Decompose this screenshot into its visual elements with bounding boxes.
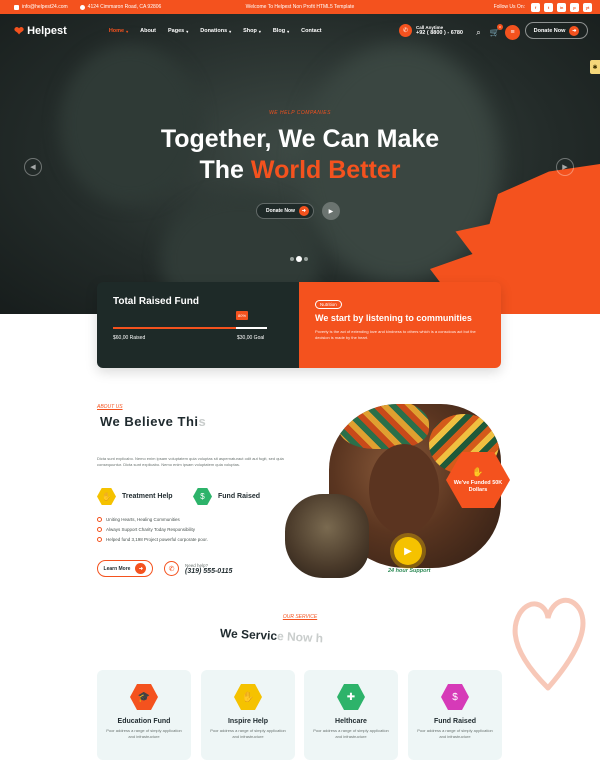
chevron-down-icon: ▾: [126, 28, 129, 34]
follow-label: Follow Us On:: [493, 4, 525, 10]
category-tag[interactable]: Nutrition: [315, 300, 342, 309]
menu-item-about[interactable]: About: [140, 28, 156, 34]
about-paragraph: Dicta sunt explicabo. Nemo enim ipsam vo…: [97, 456, 284, 467]
raised-fund-panel: Total Raised Fund 80% $60,00 Raised $30,…: [97, 282, 299, 368]
headwrap-shape: [339, 404, 429, 449]
slider-dot[interactable]: [290, 257, 294, 261]
hand-heart-icon: ✋: [234, 684, 262, 710]
fund-title: Total Raised Fund: [113, 296, 199, 307]
linkedin-icon[interactable]: in: [557, 2, 566, 12]
feature-fund-raised: $ Fund Raised: [193, 487, 260, 506]
menu-item-donations[interactable]: Donations ▾: [200, 28, 231, 34]
chevron-down-icon: ▾: [229, 28, 232, 34]
service-card-education[interactable]: 🎓 Education Fund Poor address a range of…: [97, 670, 191, 760]
hero-eyebrow: WE HELP COMPANIES: [269, 110, 331, 116]
service-card-fund-raised[interactable]: $ Fund Raised Poor address a range of si…: [408, 670, 502, 760]
heart-logo-icon: ❤: [14, 24, 25, 38]
twitter-icon[interactable]: t: [544, 2, 553, 12]
chevron-down-icon: ▾: [186, 28, 189, 34]
menu-item-home[interactable]: Home ▾: [109, 28, 128, 34]
progress-bar: [113, 327, 267, 329]
list-item: Always Support Charity Today Responsibil…: [97, 527, 208, 532]
top-bar: info@helpest24.com 4124 Cimmaron Road, C…: [0, 0, 600, 14]
slider-dots: [290, 257, 311, 261]
menu-item-pages[interactable]: Pages ▾: [168, 28, 188, 34]
menu-item-contact[interactable]: Contact: [301, 28, 321, 34]
mail-icon: [14, 4, 19, 10]
settings-toggle-icon[interactable]: ✱: [590, 60, 600, 74]
fund-card: Total Raised Fund 80% $60,00 Raised $30,…: [97, 282, 501, 368]
services-eyebrow: OUR SERVICE: [282, 614, 318, 620]
email-info[interactable]: info@helpest24.com: [14, 4, 68, 10]
nutrition-title: We start by listening to communities: [315, 313, 472, 323]
slider-dot[interactable]: [304, 257, 308, 261]
hand-heart-icon: ✋: [97, 487, 116, 506]
chevron-down-icon: ▾: [258, 28, 261, 34]
phone-icon: ✆: [399, 24, 412, 37]
about-checklist: Uniting Hearts, Healing Communities Alwa…: [97, 517, 208, 547]
nav-icons: ⌕ 🛒 0 ≡: [473, 24, 520, 40]
video-play-icon[interactable]: ▶: [321, 202, 340, 220]
coin-icon: $: [193, 487, 212, 506]
hero-title: Together, We Can Make The World Better: [160, 125, 440, 184]
feature-treatment-help: ✋ Treatment Help: [97, 487, 173, 506]
phone-icon: ✆: [164, 561, 179, 576]
search-icon[interactable]: ⌕: [473, 27, 484, 38]
coin-icon: $: [441, 684, 469, 710]
about-heading: We Believe This: [100, 414, 207, 429]
hero-actions: Donate Now ➜ ▶: [256, 202, 340, 220]
medical-icon: ✚: [337, 684, 365, 710]
check-circle-icon: [97, 517, 102, 522]
slider-next-icon[interactable]: ▶: [556, 158, 574, 176]
call-number: +92 ( 8800 ) - 6780: [416, 30, 463, 36]
logo[interactable]: ❤ Helpest: [14, 24, 67, 38]
youtube-icon[interactable]: yt: [583, 2, 592, 12]
hero-donate-button[interactable]: Donate Now ➜: [256, 203, 314, 219]
menu-item-shop[interactable]: Shop ▾: [243, 28, 261, 34]
video-play-icon[interactable]: ▶: [394, 537, 422, 565]
nutrition-panel: Nutrition We start by listening to commu…: [299, 282, 501, 368]
face-shape: [369, 444, 439, 534]
cart-count-badge: 0: [497, 24, 503, 30]
donation-hand-icon: ✋: [472, 466, 484, 477]
about-eyebrow: ABOUT US: [97, 404, 123, 410]
learn-more-button[interactable]: Learn More ➜: [97, 560, 153, 577]
cart-icon[interactable]: 🛒 0: [489, 24, 503, 38]
check-circle-icon: [97, 527, 102, 532]
chevron-down-icon: ▾: [287, 28, 290, 34]
list-item: Uniting Hearts, Healing Communities: [97, 517, 208, 522]
slider-dot[interactable]: [297, 257, 301, 261]
address-info: 4124 Cimmaron Road, CA 92806: [79, 4, 161, 10]
raised-amount: $60,00 Raised: [113, 335, 146, 341]
check-circle-icon: [97, 537, 102, 542]
menu-item-blog[interactable]: Blog ▾: [273, 28, 289, 34]
pinterest-icon[interactable]: p: [570, 2, 579, 12]
heart-outline-decoration: [512, 597, 586, 691]
graduation-cap-icon: 🎓: [130, 684, 158, 710]
menu: Home ▾ About Pages ▾ Donations ▾ Shop ▾ Blog…: [109, 28, 334, 34]
about-small-photo: [285, 494, 369, 578]
list-item: Helped fund 3,198 Project powerful corpo…: [97, 537, 208, 542]
support-text: 24 hour Support: [388, 568, 431, 574]
call-anytime[interactable]: ✆ Call Anytime +92 ( 8800 ) - 6780: [399, 24, 463, 37]
arrow-right-icon: ➜: [298, 206, 309, 216]
need-help-contact[interactable]: ✆ Need help? (319) 555-0115: [164, 561, 232, 576]
services-heading: We Service Now h: [219, 626, 324, 646]
progress-percent: 80%: [236, 311, 249, 320]
arrow-right-icon: ➜: [569, 25, 580, 36]
service-card-inspire[interactable]: ✋ Inspire Help Poor address a range of s…: [201, 670, 295, 760]
slider-prev-icon[interactable]: ◀: [24, 158, 42, 176]
location-icon: [79, 4, 85, 10]
donate-now-button[interactable]: Donate Now ➜: [525, 22, 588, 39]
facebook-icon[interactable]: f: [531, 2, 540, 12]
goal-amount: $30,00 Goal: [237, 335, 265, 341]
nutrition-desc: Poverty is the act of extending love and…: [315, 329, 476, 340]
progress-fill: [113, 327, 237, 329]
hamburger-menu-icon[interactable]: ≡: [505, 25, 520, 40]
social-follow: Follow Us On: f t in p yt: [493, 2, 592, 12]
service-card-healthcare[interactable]: ✚ Helthcare Poor address a range of simp…: [304, 670, 398, 760]
arrow-right-icon: ➜: [135, 563, 147, 574]
main-nav: ❤ Helpest Home ▾ About Pages ▾ Donations ▾ S…: [0, 14, 600, 48]
